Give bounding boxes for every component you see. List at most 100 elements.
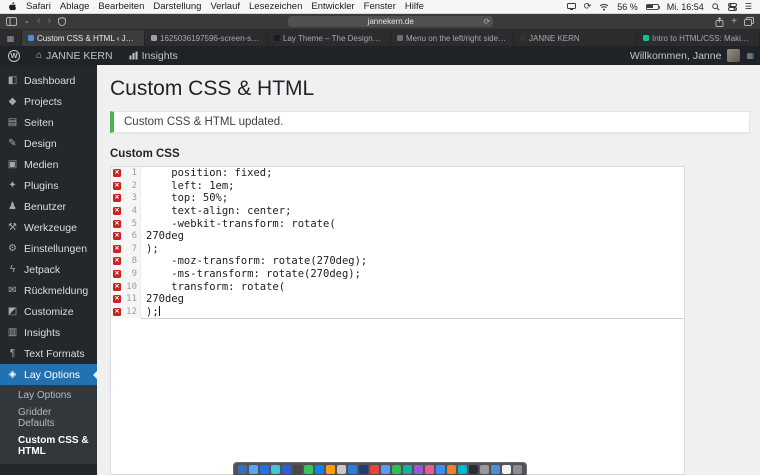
- tab-janne-kern[interactable]: JANNE KERN: [514, 30, 637, 46]
- sidebar-item-text-formats[interactable]: ¶ Text Formats: [0, 343, 97, 364]
- reload-icon[interactable]: ⟳: [483, 17, 490, 26]
- dock-app[interactable]: [436, 464, 445, 474]
- dock-app[interactable]: [491, 464, 500, 474]
- wifi-icon[interactable]: [599, 3, 609, 11]
- pinned-tab[interactable]: ▦: [0, 30, 22, 46]
- forward-button[interactable]: ›: [48, 16, 52, 27]
- tab-screenshot-image[interactable]: 1625036197596-screen-shot...: [145, 30, 268, 46]
- dock-app[interactable]: [392, 464, 401, 474]
- tab-intro-html-css[interactable]: Intro to HTML/CSS: Making w...: [637, 30, 760, 46]
- control-center-icon[interactable]: [727, 2, 737, 11]
- sync-icon[interactable]: ⟳: [584, 1, 592, 12]
- site-name: JANNE KERN: [46, 49, 113, 62]
- sidebar-item-customize[interactable]: ◩ Customize: [0, 301, 97, 322]
- dock-app[interactable]: [381, 464, 390, 474]
- menu-item[interactable]: Entwickler: [311, 1, 354, 12]
- menu-item[interactable]: Bearbeiten: [98, 1, 144, 12]
- sidebar-item-lay-options[interactable]: ◈ Lay Options: [0, 364, 97, 385]
- menu-item[interactable]: Hilfe: [405, 1, 424, 12]
- menu-item[interactable]: Darstellung: [153, 1, 201, 12]
- sidebar-item-jetpack[interactable]: ϟ Jetpack: [0, 259, 97, 280]
- new-tab-icon[interactable]: +: [731, 16, 737, 27]
- tab-menu-left-right-side[interactable]: Menu on the left/right side! |...: [391, 30, 514, 46]
- code-line[interactable]: ✕ 5 -webkit-transform: rotate(: [111, 217, 684, 230]
- menu-item[interactable]: Safari: [26, 1, 51, 12]
- wp-logo-menu[interactable]: W: [0, 46, 28, 65]
- dock-app[interactable]: [414, 464, 423, 474]
- dock-app[interactable]: [348, 464, 357, 474]
- menu-item[interactable]: Fenster: [364, 1, 396, 12]
- code-line[interactable]: ✕ 7 );: [111, 242, 684, 256]
- code-line[interactable]: ✕ 6 270deg: [111, 229, 684, 243]
- dock-app[interactable]: [271, 464, 280, 474]
- submenu-item-custom-css-html[interactable]: Custom CSS & HTML: [0, 432, 97, 460]
- code-line[interactable]: ✕ 2 left: 1em;: [111, 179, 684, 193]
- dock-app[interactable]: [249, 464, 258, 474]
- sidebar-item-rueckmeldung[interactable]: ✉ Rückmeldung: [0, 280, 97, 301]
- submenu-item-lay-options[interactable]: Lay Options: [0, 387, 97, 404]
- submenu-item-gridder-defaults[interactable]: Gridder Defaults: [0, 404, 97, 432]
- site-name-menu[interactable]: ⌂ JANNE KERN: [28, 46, 121, 65]
- dock-app[interactable]: [337, 464, 346, 474]
- code-line[interactable]: ✕ 11 270deg: [111, 292, 684, 306]
- dock-app[interactable]: [469, 464, 478, 474]
- sidebar-item-seiten[interactable]: ▤ Seiten: [0, 112, 97, 133]
- code-line[interactable]: ✕ 3 top: 50%;: [111, 192, 684, 205]
- dock-app[interactable]: [238, 464, 247, 474]
- sidebar-item-projects[interactable]: ◆ Projects: [0, 91, 97, 112]
- sidebar-item-einstellungen[interactable]: ⚙ Einstellungen: [0, 238, 97, 259]
- menu-item[interactable]: Lesezeichen: [249, 1, 302, 12]
- privacy-shield-icon[interactable]: [58, 17, 67, 26]
- display-icon[interactable]: [566, 3, 576, 10]
- css-code-editor[interactable]: ✕ 1 position: fixed; ✕ 2 left: 1em; ✕ 3 …: [110, 166, 685, 475]
- apple-menu-icon[interactable]: [8, 1, 17, 12]
- back-button[interactable]: ‹: [37, 16, 41, 27]
- dock-app[interactable]: [370, 464, 379, 474]
- lay-options-submenu: Lay Options Gridder Defaults Custom CSS & …: [0, 385, 97, 464]
- sidebar-toggle-icon[interactable]: [6, 17, 17, 26]
- dock-app[interactable]: [326, 464, 335, 474]
- dock-app[interactable]: [480, 464, 489, 474]
- tab-favicon: [397, 35, 403, 41]
- tab-lay-theme[interactable]: Lay Theme – The Designer's...: [268, 30, 391, 46]
- dock-app[interactable]: [315, 464, 324, 474]
- spotlight-icon[interactable]: [712, 2, 720, 11]
- sidebar-item-dashboard[interactable]: ◧ Dashboard: [0, 70, 97, 91]
- account-menu[interactable]: Willkommen, Janne ▦: [630, 49, 760, 62]
- chevron-down-icon[interactable]: ⌄: [24, 18, 30, 25]
- dock-app[interactable]: [260, 464, 269, 474]
- menu-item[interactable]: Ablage: [60, 1, 90, 12]
- dock-app[interactable]: [282, 464, 291, 474]
- dock-app[interactable]: [304, 464, 313, 474]
- sidebar-item-design[interactable]: ✎ Design: [0, 133, 97, 154]
- dock-app[interactable]: [513, 464, 522, 474]
- code-line[interactable]: ✕ 12 );: [111, 305, 684, 319]
- sidebar-item-benutzer[interactable]: ♟ Benutzer: [0, 196, 97, 217]
- dock-app[interactable]: [403, 464, 412, 474]
- tab-overview-icon[interactable]: [744, 17, 754, 26]
- menubar-clock[interactable]: Mi. 16:54: [667, 2, 704, 12]
- sidebar-item-plugins[interactable]: ✦ Plugins: [0, 175, 97, 196]
- code-line[interactable]: ✕ 9 -ms-transform: rotate(270deg);: [111, 267, 684, 281]
- notification-center-icon[interactable]: ☰: [745, 2, 752, 11]
- dock-app[interactable]: [293, 464, 302, 474]
- insights-menu[interactable]: Insights: [121, 46, 186, 65]
- code-line[interactable]: ✕ 1 position: fixed;: [111, 167, 684, 180]
- sidebar-item-insights[interactable]: ▥ Insights: [0, 322, 97, 343]
- dock-app[interactable]: [425, 464, 434, 474]
- tab-custom-css-html[interactable]: Custom CSS & HTML ‹ JANN...: [22, 30, 145, 46]
- dock-app[interactable]: [359, 464, 368, 474]
- screen-options-icon[interactable]: ▦: [746, 51, 754, 60]
- sidebar-item-medien[interactable]: ▣ Medien: [0, 154, 97, 175]
- code-line[interactable]: ✕ 8 -moz-transform: rotate(270deg);: [111, 255, 684, 268]
- dock-app[interactable]: [447, 464, 456, 474]
- sidebar-item-werkzeuge[interactable]: ⚒ Werkzeuge: [0, 217, 97, 238]
- dock-app[interactable]: [458, 464, 467, 474]
- menu-item[interactable]: Verlauf: [210, 1, 240, 12]
- address-bar[interactable]: jannekern.de ⟳: [288, 16, 494, 27]
- share-icon[interactable]: [715, 16, 724, 27]
- line-number: 4: [131, 206, 137, 217]
- code-line[interactable]: ✕ 4 text-align: center;: [111, 204, 684, 218]
- dock-app[interactable]: [502, 464, 511, 474]
- code-line[interactable]: ✕ 10 transform: rotate(: [111, 280, 684, 293]
